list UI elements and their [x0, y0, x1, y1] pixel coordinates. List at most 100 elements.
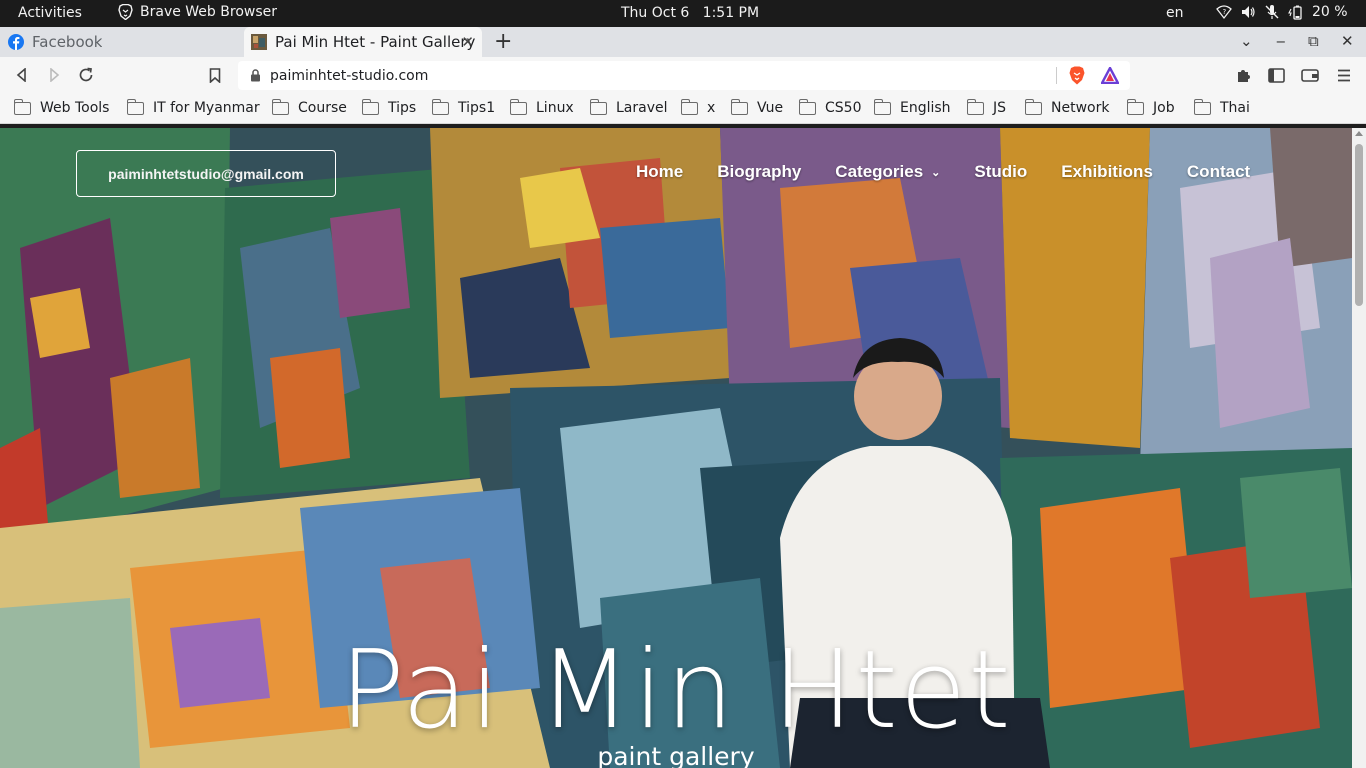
- folder-icon: [13, 98, 31, 115]
- bookmark-folder[interactable]: CS50: [798, 98, 862, 116]
- forward-button[interactable]: [43, 64, 65, 86]
- wallet-button[interactable]: [1299, 64, 1321, 86]
- wallet-icon: [1301, 68, 1319, 82]
- close-window-button[interactable]: ✕: [1341, 32, 1354, 50]
- bookmark-folder[interactable]: Course: [271, 98, 347, 116]
- bookmark-icon: [209, 67, 221, 83]
- bookmark-label: Linux: [536, 100, 574, 116]
- email-contact-button[interactable]: paiminhtetstudio@gmail.com: [76, 150, 336, 197]
- page-scrollbar[interactable]: [1352, 128, 1366, 768]
- bookmark-label: Vue: [757, 100, 784, 116]
- hero-title: Pai Min Htet: [339, 628, 1013, 753]
- wifi-icon: ?: [1216, 5, 1232, 20]
- folder-icon: [1126, 98, 1144, 115]
- reload-button[interactable]: [75, 64, 97, 86]
- puzzle-piece-icon: [1238, 70, 1250, 82]
- bookmark-folder[interactable]: Thai: [1193, 98, 1250, 116]
- lock-icon[interactable]: [250, 69, 261, 82]
- folder-icon: [1024, 98, 1042, 115]
- tab-paint-gallery[interactable]: Pai Min Htet - Paint Gallery ✕: [244, 27, 482, 57]
- address-bar[interactable]: paiminhtet-studio.com: [238, 61, 1130, 90]
- bookmark-label: Laravel: [616, 100, 668, 116]
- bookmark-folder[interactable]: Tips1: [431, 98, 496, 116]
- bookmark-label: Thai: [1220, 100, 1250, 116]
- folder-icon: [966, 98, 984, 115]
- bookmark-folder[interactable]: Tips: [361, 98, 417, 116]
- bookmark-label: English: [900, 100, 951, 116]
- bookmark-folder[interactable]: English: [873, 98, 951, 116]
- bookmark-label: Network: [1051, 100, 1110, 116]
- folder-icon: [271, 98, 289, 115]
- system-status-area[interactable]: ? 20 %: [1216, 4, 1348, 20]
- clock[interactable]: Thu Oct 6 1:51 PM: [621, 5, 759, 21]
- nav-exhibitions[interactable]: Exhibitions: [1061, 162, 1153, 182]
- bookmark-folder[interactable]: Linux: [509, 98, 574, 116]
- brave-lion-icon: [118, 4, 133, 20]
- input-language-indicator[interactable]: en: [1166, 5, 1184, 21]
- bookmark-folder[interactable]: JS: [966, 98, 1006, 116]
- browser-toolbar: paiminhtet-studio.com: [0, 57, 1366, 94]
- nav-contact[interactable]: Contact: [1187, 162, 1250, 182]
- tab-facebook[interactable]: Facebook: [8, 27, 244, 57]
- nav-home[interactable]: Home: [636, 162, 683, 182]
- bookmark-label: CS50: [825, 100, 862, 116]
- new-tab-button[interactable]: +: [494, 29, 512, 54]
- back-arrow-icon: [16, 68, 26, 82]
- tab-title: Pai Min Htet - Paint Gallery: [275, 33, 476, 51]
- brave-rewards-icon[interactable]: [1101, 67, 1119, 84]
- extensions-button[interactable]: [1233, 64, 1255, 86]
- bookmark-label: Tips: [388, 100, 417, 116]
- restore-window-button[interactable]: ⧉: [1308, 32, 1319, 50]
- bookmark-folder[interactable]: Network: [1024, 98, 1110, 116]
- bookmark-folder[interactable]: Job: [1126, 98, 1175, 116]
- brave-shields-icon[interactable]: [1068, 66, 1086, 85]
- battery-icon: [1288, 5, 1302, 20]
- folder-icon: [1193, 98, 1211, 115]
- scroll-up-arrow-icon[interactable]: [1355, 131, 1363, 136]
- sidebar-icon: [1267, 67, 1285, 83]
- tab-title: Facebook: [32, 33, 103, 51]
- close-tab-icon[interactable]: ✕: [461, 33, 474, 51]
- bookmark-label: Tips1: [458, 100, 496, 116]
- bookmark-label: Course: [298, 100, 347, 116]
- bookmark-folder[interactable]: Laravel: [589, 98, 668, 116]
- hero-subtitle: paint gallery: [597, 742, 755, 768]
- forward-arrow-icon: [50, 68, 60, 82]
- bookmark-folder[interactable]: IT for Myanmar: [126, 98, 260, 116]
- tab-search-chevron-icon[interactable]: ⌄: [1240, 32, 1253, 50]
- bookmark-folder[interactable]: x: [680, 98, 716, 116]
- minimize-window-button[interactable]: ‒: [1276, 32, 1286, 50]
- site-navigation: Home Biography Categories ⌄ Studio Exhib…: [636, 162, 1250, 182]
- page-viewport[interactable]: paiminhtetstudio@gmail.com Home Biograph…: [0, 128, 1366, 768]
- app-menu[interactable]: Brave Web Browser: [118, 4, 277, 20]
- nav-biography[interactable]: Biography: [717, 162, 801, 182]
- bookmark-folder[interactable]: Vue: [730, 98, 784, 116]
- nav-studio[interactable]: Studio: [974, 162, 1027, 182]
- activities-button[interactable]: Activities: [18, 5, 82, 21]
- system-top-bar: Activities Brave Web Browser Thu Oct 6 1…: [0, 0, 1366, 27]
- bookmark-label: Job: [1153, 100, 1175, 116]
- sidebar-button[interactable]: [1265, 64, 1287, 86]
- volume-icon: [1242, 6, 1255, 18]
- folder-icon: [509, 98, 527, 115]
- folder-icon: [361, 98, 379, 115]
- bookmark-button[interactable]: [204, 64, 226, 86]
- app-name: Brave Web Browser: [140, 4, 277, 20]
- bookmark-label: Web Tools: [40, 100, 110, 116]
- folder-icon: [431, 98, 449, 115]
- bookmark-label: x: [707, 100, 716, 116]
- folder-icon: [873, 98, 891, 115]
- nav-categories-label: Categories: [835, 162, 924, 181]
- nav-categories[interactable]: Categories ⌄: [835, 162, 940, 182]
- folder-icon: [126, 98, 144, 115]
- folder-icon: [680, 98, 698, 115]
- back-button[interactable]: [11, 64, 33, 86]
- tab-strip: Facebook Pai Min Htet - Paint Gallery ✕ …: [0, 27, 1366, 57]
- scrollbar-thumb[interactable]: [1355, 144, 1363, 306]
- battery-percentage: 20 %: [1312, 4, 1348, 20]
- svg-text:?: ?: [1223, 8, 1227, 16]
- bookmark-label: IT for Myanmar: [153, 100, 260, 116]
- url-text: paiminhtet-studio.com: [270, 67, 429, 84]
- main-menu-button[interactable]: [1333, 64, 1355, 86]
- bookmark-folder[interactable]: Web Tools: [13, 98, 110, 116]
